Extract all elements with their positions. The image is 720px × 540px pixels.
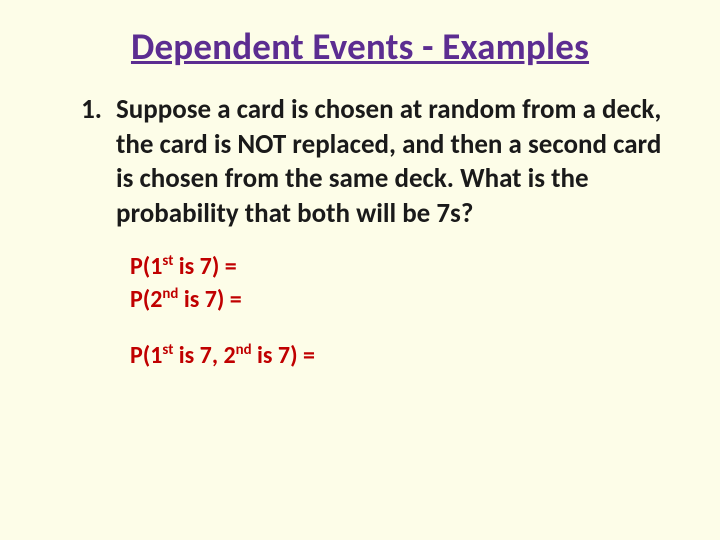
prob-line-1-sup: st [162,251,173,269]
prob-line-3-sup1: st [162,340,173,358]
slide: Dependent Events - Examples 1. Suppose a… [0,0,720,540]
question-text: Suppose a card is chosen at random from … [116,93,670,231]
prob-line-1-b: is 7) = [173,252,236,281]
prob-line-2-sup: nd [162,284,178,302]
prob-line-1: P(1st is 7) = [130,251,670,283]
page-title: Dependent Events - Examples [50,24,670,69]
prob-line-3-a: P(1 [130,341,162,370]
probability-block: P(1st is 7) = P(2nd is 7) = P(1st is 7, … [130,251,670,372]
prob-line-3-c: is 7) = [252,341,315,370]
prob-line-2-b: is 7) = [178,285,241,314]
prob-line-3: P(1st is 7, 2nd is 7) = [130,340,670,372]
prob-line-3-b: is 7, 2 [173,341,235,370]
prob-line-1-a: P(1 [130,252,162,281]
prob-line-2: P(2nd is 7) = [130,284,670,316]
prob-line-3-sup2: nd [236,340,252,358]
question-row: 1. Suppose a card is chosen at random fr… [50,93,670,231]
prob-line-2-a: P(2 [130,285,162,314]
list-number: 1. [50,93,116,128]
